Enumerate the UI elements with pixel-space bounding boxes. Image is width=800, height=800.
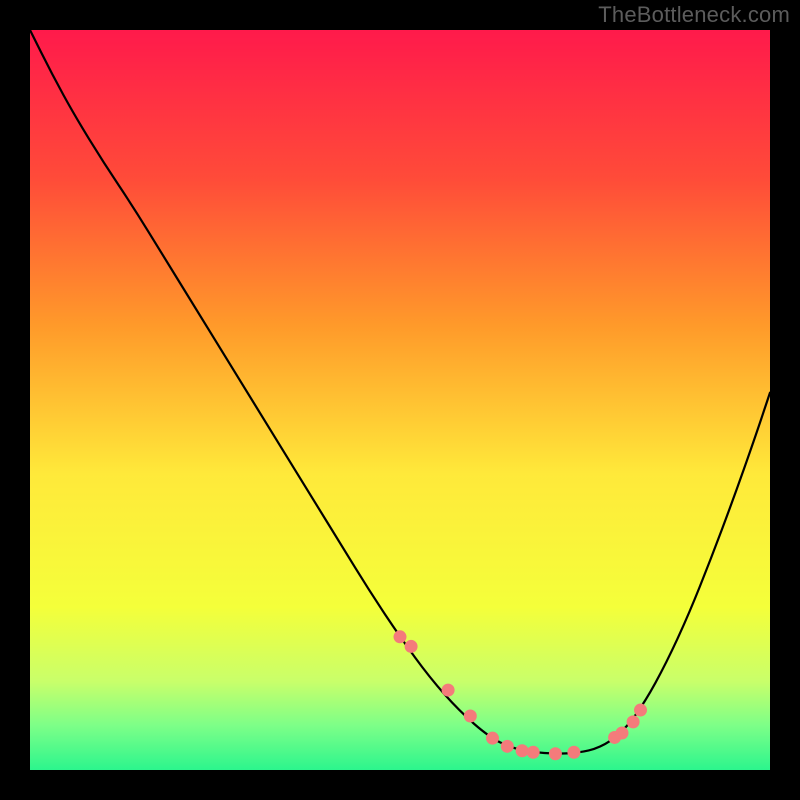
marker-dot bbox=[486, 732, 499, 745]
marker-dot bbox=[527, 746, 540, 759]
chart-svg bbox=[30, 30, 770, 770]
marker-dot bbox=[627, 715, 640, 728]
marker-dot bbox=[442, 684, 455, 697]
marker-dot bbox=[464, 709, 477, 722]
marker-dot bbox=[501, 740, 514, 753]
marker-dot bbox=[634, 704, 647, 717]
chart-background bbox=[30, 30, 770, 770]
watermark-text: TheBottleneck.com bbox=[598, 2, 790, 28]
chart-plot bbox=[30, 30, 770, 770]
marker-dot bbox=[394, 630, 407, 643]
marker-dot bbox=[405, 640, 418, 653]
chart-stage: TheBottleneck.com bbox=[0, 0, 800, 800]
marker-dot bbox=[616, 727, 629, 740]
marker-dot bbox=[567, 746, 580, 759]
marker-dot bbox=[516, 744, 529, 757]
marker-dot bbox=[549, 747, 562, 760]
